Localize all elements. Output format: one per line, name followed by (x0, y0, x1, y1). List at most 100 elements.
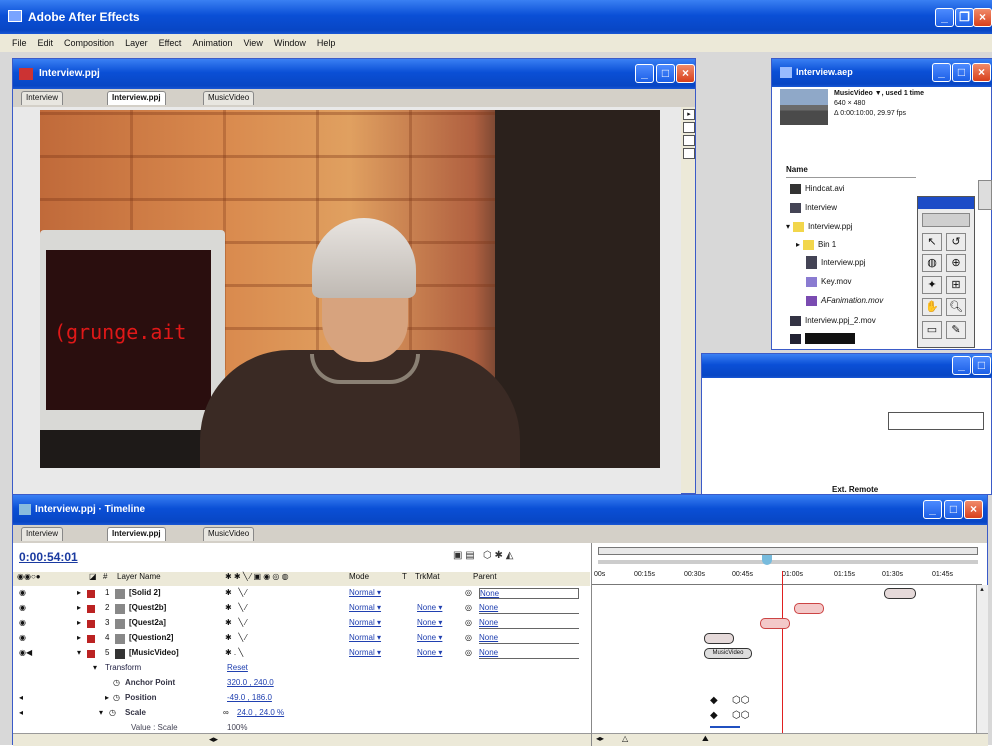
work-area-bar[interactable] (598, 547, 978, 555)
switches[interactable]: ✱ ╲ ⁄ (225, 633, 247, 642)
layer-row-selected[interactable]: ◉◀ ▾ 5 [MusicVideo] ✱ . ╲ Normal ▾ None ▾ … (13, 648, 590, 661)
property-row[interactable]: ◂ ▸ ◷ Position -49.0 , 186.0 (13, 693, 590, 706)
project-item-selected[interactable] (786, 331, 855, 346)
twirl-icon[interactable]: ▸ (77, 633, 81, 642)
layer-bar-3[interactable] (760, 618, 790, 629)
label-color-icon[interactable] (87, 605, 95, 613)
pickwhip-icon[interactable]: ◎ (465, 603, 472, 612)
scroll-up-icon[interactable]: ▴ (977, 585, 987, 595)
property-row[interactable]: ◷ Anchor Point 320.0 , 240.0 (13, 678, 590, 691)
time-ruler[interactable]: 00s 00:15s 00:30s 00:45s 01:00s 01:15s 0… (592, 571, 982, 585)
switches[interactable]: ✱ . ╲ (225, 648, 243, 657)
track-tool-icon[interactable]: ⊞ (946, 276, 966, 294)
layer-row[interactable]: ◉ ▸ 4 [Question2] ✱ ╲ ⁄ Normal ▾ None ▾ ◎ N… (13, 633, 590, 646)
timecode[interactable]: 0:00:54:01 (19, 550, 78, 564)
time-marker-icon[interactable] (762, 555, 772, 565)
comp-maximize-button[interactable]: □ (656, 64, 675, 83)
layer-row[interactable]: ◉ ▸ 1 [Solid 2] ✱ ╲ ⁄ Normal ▾ ◎ None (13, 588, 590, 601)
eye-icon[interactable]: ◉ (19, 618, 26, 627)
comp-zoom-icon[interactable] (683, 148, 695, 159)
switches[interactable]: ✱ ╲ ⁄ (225, 603, 247, 612)
layer-bar-1[interactable] (884, 588, 916, 599)
tab-interview-ppj[interactable]: Interview.ppj (107, 91, 166, 105)
layer-bar-2[interactable] (794, 603, 824, 614)
twirl-icon[interactable]: ▸ (77, 603, 81, 612)
rotate-tool-icon[interactable]: ↺ (946, 233, 966, 251)
expand-panel-icon[interactable]: ◂▸ (209, 734, 218, 745)
project-minimize-button[interactable]: _ (932, 63, 951, 82)
link-icon[interactable]: ∞ (223, 708, 229, 717)
graph-scrollbar[interactable]: ▴ (976, 585, 988, 733)
tab-musicvideo[interactable]: MusicVideo (203, 91, 255, 105)
keyframe-nav-icon[interactable]: ◂ (19, 693, 23, 702)
keyframe-nav-icon[interactable]: ◂ (19, 708, 23, 717)
restore-button[interactable]: ❐ (955, 8, 974, 27)
anchor-tool-icon[interactable]: ✦ (922, 276, 942, 294)
menu-edit[interactable]: Edit (38, 38, 54, 48)
comp-flowchart-icon[interactable]: ▣ (453, 550, 462, 561)
project-maximize-button[interactable]: □ (952, 63, 971, 82)
timeline-tab-musicvideo[interactable]: MusicVideo (203, 527, 255, 541)
pen-tool-icon[interactable]: ✎ (946, 321, 966, 339)
twirl-icon[interactable]: ▸ (105, 693, 109, 702)
keyframe-icon[interactable]: ◆ (710, 695, 718, 706)
zoom-slider[interactable] (598, 560, 978, 564)
stopwatch-icon[interactable]: ◷ (109, 708, 116, 717)
label-color-icon[interactable] (87, 590, 95, 598)
comp-arrow-icon[interactable]: ▸ (683, 109, 695, 120)
menu-animation[interactable]: Animation (192, 38, 232, 48)
expand-arrow-icon[interactable]: ▾ (786, 222, 790, 231)
twirl-icon[interactable]: ▸ (77, 618, 81, 627)
comp-close-button[interactable]: × (676, 64, 695, 83)
zoom-mountain-icon[interactable]: △ (622, 734, 628, 743)
label-color-icon[interactable] (87, 650, 95, 658)
menu-window[interactable]: Window (274, 38, 306, 48)
zoom-tool-icon[interactable]: 🔍︎ (946, 298, 966, 316)
timeline-maximize-button[interactable]: □ (944, 500, 963, 519)
comp-grid-icon[interactable] (683, 122, 695, 133)
twirl-open-icon[interactable]: ▾ (99, 708, 103, 717)
keyframe-icon[interactable]: ⬡⬡ (732, 710, 749, 721)
keyframe-icon[interactable]: ⬡⬡ (732, 695, 749, 706)
project-item[interactable]: Interview.ppj (786, 255, 865, 270)
tab-interview[interactable]: Interview (21, 91, 64, 105)
pickwhip-icon[interactable]: ◎ (465, 633, 472, 642)
column-trkmat[interactable]: TrkMat (415, 572, 440, 581)
keyframe-icon[interactable]: ◆ (710, 710, 718, 721)
project-item[interactable]: ▸ Bin 1 (786, 237, 836, 252)
label-color-icon[interactable] (87, 635, 95, 643)
project-list-header[interactable]: Name (786, 165, 916, 178)
menu-view[interactable]: View (243, 38, 262, 48)
info-field[interactable] (888, 412, 984, 430)
project-item[interactable]: Key.mov (786, 274, 852, 289)
pickwhip-icon[interactable]: ◎ (465, 588, 472, 597)
eye-icon[interactable]: ◉ (19, 603, 26, 612)
pickwhip-icon[interactable]: ◎ (465, 618, 472, 627)
property-row[interactable]: ◂ ▾ ◷ Scale ∞ 24.0 , 24.0 % (13, 708, 590, 721)
layer-bar-4[interactable] (704, 633, 734, 644)
orbit-tool-icon[interactable]: ⊕ (946, 254, 966, 272)
close-button[interactable]: × (973, 8, 992, 27)
layer-row[interactable]: ◉ ▸ 2 [Quest2b] ✱ ╲ ⁄ Normal ▾ None ▾ ◎ Non… (13, 603, 590, 616)
project-close-button[interactable]: × (972, 63, 991, 82)
render-icon[interactable]: ▤ (465, 550, 474, 561)
info-maximize-button[interactable]: □ (972, 356, 991, 375)
column-parent[interactable]: Parent (473, 572, 497, 581)
label-color-icon[interactable] (87, 620, 95, 628)
comp-safe-icon[interactable] (683, 135, 695, 146)
frame-blend-icon[interactable]: ⬡ (483, 550, 492, 561)
timeline-tab-interview-ppj[interactable]: Interview.ppj (107, 527, 166, 541)
camera-tool-icon[interactable]: ◍ (922, 254, 942, 272)
twirl-open-icon[interactable]: ▾ (93, 663, 97, 672)
timeline-minimize-button[interactable]: _ (923, 500, 942, 519)
menu-layer[interactable]: Layer (125, 38, 148, 48)
comp-minimize-button[interactable]: _ (635, 64, 654, 83)
minimize-button[interactable]: _ (935, 8, 954, 27)
project-item[interactable]: ▾ Interview.ppj (786, 219, 852, 234)
project-item[interactable]: Hindcat.avi (786, 181, 845, 196)
menu-effect[interactable]: Effect (159, 38, 182, 48)
switches[interactable]: ✱ ╲ ⁄ (225, 618, 247, 627)
column-mode[interactable]: Mode (349, 572, 369, 581)
stopwatch-icon[interactable]: ◷ (113, 678, 120, 687)
timeline-close-button[interactable]: × (964, 500, 983, 519)
